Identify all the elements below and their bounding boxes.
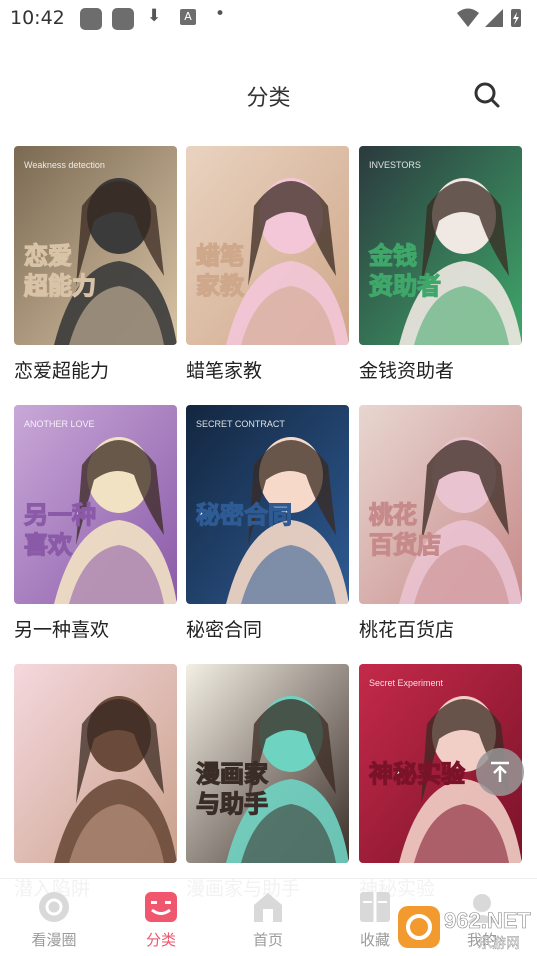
- svg-text:与助手: 与助手: [196, 790, 268, 818]
- comic-cover[interactable]: Weakness detection 恋爱 超能力: [14, 146, 177, 345]
- comic-cover[interactable]: INVESTORS 金钱 资助者: [359, 146, 522, 345]
- comic-cover[interactable]: 蜡笔 家教: [186, 146, 349, 345]
- comic-cover[interactable]: [14, 664, 177, 863]
- comic-cover[interactable]: ANOTHER LOVE 另一种 喜欢: [14, 405, 177, 604]
- comic-card[interactable]: 桃花 百货店 桃花百货店: [359, 405, 522, 645]
- comic-card[interactable]: INVESTORS 金钱 资助者 金钱资助者: [359, 146, 522, 386]
- cover-illustration: 蜡笔家教: [186, 146, 349, 345]
- comic-cover[interactable]: 桃花 百货店: [359, 405, 522, 604]
- comic-title[interactable]: 恋爱超能力: [14, 356, 109, 383]
- comic-title[interactable]: 桃花百货店: [359, 615, 454, 642]
- cover-illustration: [14, 664, 177, 863]
- svg-text:超能力: 超能力: [24, 272, 96, 300]
- cover-illustration: 桃花百货店: [359, 405, 522, 604]
- svg-text:百货店: 百货店: [369, 531, 441, 559]
- nav-item-circle[interactable]: 看漫圈: [0, 879, 108, 956]
- watermark-logo: 962.NET 乐游网: [398, 902, 532, 952]
- svg-text:资助者: 资助者: [369, 272, 441, 300]
- comic-grid: Weakness detection 恋爱 超能力 恋爱超能力 蜡笔 家教 蜡笔家教 …: [0, 0, 537, 956]
- comic-card[interactable]: SECRET CONTRACT 秘密合同 秘密合同: [186, 405, 349, 645]
- comic-card[interactable]: 潜入陷阱: [14, 664, 177, 904]
- svg-text:桃花: 桃花: [369, 501, 417, 529]
- nav-label: 首页: [252, 931, 283, 949]
- cover-illustration: 漫画家与助手: [186, 664, 349, 863]
- scroll-top-button[interactable]: [476, 748, 524, 796]
- cover-illustration: Weakness detection 恋爱超能力: [14, 146, 177, 345]
- svg-text:INVESTORS: INVESTORS: [369, 160, 421, 170]
- nav-label: 看漫圈: [31, 931, 77, 949]
- svg-text:漫画家: 漫画家: [196, 760, 268, 788]
- comic-title[interactable]: 秘密合同: [186, 615, 262, 642]
- arrow-up-icon: [491, 761, 509, 782]
- svg-text:Weakness detection: Weakness detection: [24, 160, 105, 170]
- watermark-text: 962.NET: [444, 908, 531, 933]
- comic-title[interactable]: 另一种喜欢: [14, 615, 109, 642]
- svg-text:蜡笔: 蜡笔: [196, 242, 244, 270]
- comic-title[interactable]: 蜡笔家教: [186, 356, 262, 383]
- cover-illustration: INVESTORS 金钱资助者: [359, 146, 522, 345]
- comic-cover[interactable]: 漫画家 与助手: [186, 664, 349, 863]
- nav-item-category[interactable]: 分类: [107, 879, 215, 956]
- svg-text:秘密合同: 秘密合同: [196, 501, 292, 529]
- comic-card[interactable]: 漫画家与助手 漫画家与助手: [186, 664, 349, 904]
- svg-text:恋爱: 恋爱: [24, 242, 72, 270]
- home-icon: [250, 889, 286, 925]
- book-icon: [357, 889, 393, 925]
- category-icon: [143, 889, 179, 925]
- cover-illustration: SECRET CONTRACT 秘密合同: [186, 405, 349, 604]
- cover-illustration: ANOTHER LOVE 另一种喜欢: [14, 405, 177, 604]
- svg-text:神秘实验: 神秘实验: [369, 760, 465, 788]
- svg-text:另一种: 另一种: [24, 501, 96, 529]
- comic-card[interactable]: ANOTHER LOVE 另一种 喜欢 另一种喜欢: [14, 405, 177, 645]
- svg-text:Secret Experiment: Secret Experiment: [369, 678, 444, 688]
- comic-card[interactable]: 蜡笔 家教 蜡笔家教: [186, 146, 349, 386]
- watermark-subtext: 乐游网: [478, 936, 520, 952]
- svg-text:SECRET CONTRACT: SECRET CONTRACT: [196, 419, 285, 429]
- svg-text:喜欢: 喜欢: [24, 531, 73, 559]
- nav-item-home[interactable]: 首页: [214, 879, 322, 956]
- svg-text:金钱: 金钱: [368, 242, 417, 270]
- comic-title[interactable]: 金钱资助者: [359, 356, 454, 383]
- svg-text:家教: 家教: [196, 272, 245, 300]
- nav-label: 分类: [145, 931, 176, 949]
- svg-text:ANOTHER LOVE: ANOTHER LOVE: [24, 419, 95, 429]
- circle-icon: [36, 889, 72, 925]
- comic-card[interactable]: Weakness detection 恋爱 超能力 恋爱超能力: [14, 146, 177, 386]
- comic-cover[interactable]: SECRET CONTRACT 秘密合同: [186, 405, 349, 604]
